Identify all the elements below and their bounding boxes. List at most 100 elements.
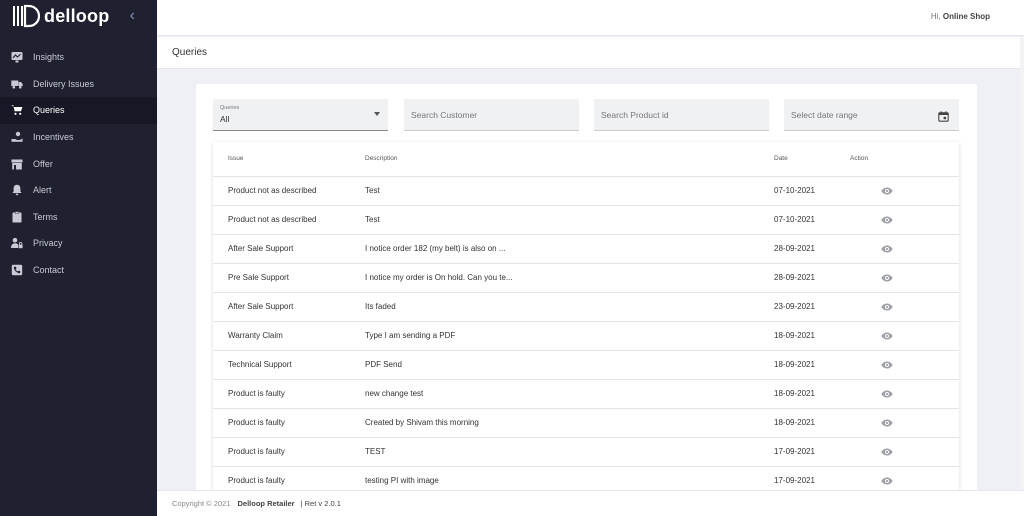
- column-header-action: Action: [850, 142, 959, 177]
- page-header: Queries: [157, 37, 1024, 69]
- sidebar-item-insights[interactable]: Insights: [0, 44, 157, 71]
- sidebar-item-alert[interactable]: Alert: [0, 177, 157, 204]
- table-row[interactable]: Technical Support PDF Send 18-09-2021: [213, 350, 959, 380]
- cell-description: Its faded: [350, 292, 759, 322]
- cell-date: 28-09-2021: [759, 234, 850, 264]
- sidebar-item-queries[interactable]: Queries: [0, 97, 157, 124]
- cell-date: 18-09-2021: [759, 408, 850, 438]
- topbar: Hi, Online Shop: [157, 0, 1024, 36]
- table-row[interactable]: Product not as described Test 07-10-2021: [213, 176, 959, 206]
- footer-company: Delloop Retailer: [237, 499, 295, 508]
- brand-name: delloop: [44, 5, 110, 26]
- cell-issue: Product is faulty: [213, 437, 350, 467]
- cell-action: [850, 408, 959, 438]
- queries-select-value: All: [220, 114, 230, 124]
- footer: Copyright © 2021 Delloop Retailer | Ret …: [157, 490, 1024, 516]
- view-eye-icon[interactable]: [881, 477, 893, 485]
- cart-icon: [11, 104, 23, 116]
- sidebar-nav: Insights Delivery Issues Queries Incentives…: [0, 44, 157, 283]
- cell-date: 07-10-2021: [759, 176, 850, 206]
- customer-search-field: [404, 99, 579, 131]
- search-product-input[interactable]: [594, 99, 769, 130]
- table-row[interactable]: Product is faulty new change test 18-09-20…: [213, 379, 959, 409]
- cell-issue: Pre Sale Support: [213, 263, 350, 293]
- view-eye-icon[interactable]: [881, 303, 893, 311]
- search-customer-input[interactable]: [404, 99, 579, 130]
- chart-icon: [11, 51, 23, 63]
- view-eye-icon[interactable]: [881, 187, 893, 195]
- sidebar-item-label: Delivery Issues: [33, 78, 95, 89]
- view-eye-icon[interactable]: [881, 245, 893, 253]
- cell-date: 18-09-2021: [759, 379, 850, 409]
- cell-date: 17-09-2021: [759, 437, 850, 467]
- cell-description: I notice order 182 (my belt) is also on …: [350, 234, 759, 264]
- table-row[interactable]: Warranty Claim Type I am sending a PDF 18-…: [213, 321, 959, 351]
- column-header-date[interactable]: Date: [759, 142, 850, 177]
- view-eye-icon[interactable]: [881, 419, 893, 427]
- cell-action: [850, 176, 959, 206]
- user-lock-icon: [11, 237, 23, 249]
- table-row[interactable]: Product not as described Test 07-10-2021: [213, 205, 959, 235]
- page-scrollbar[interactable]: [1020, 36, 1024, 490]
- view-eye-icon[interactable]: [881, 274, 893, 282]
- clipboard-icon: [11, 211, 23, 223]
- sidebar-item-contact[interactable]: Contact: [0, 257, 157, 284]
- cell-issue: Product not as described: [213, 176, 350, 206]
- date-range-input[interactable]: [784, 99, 959, 130]
- cell-issue: After Sale Support: [213, 234, 350, 264]
- product-search-field: [594, 99, 769, 131]
- brand: delloop ‹: [0, 0, 157, 32]
- sidebar-item-label: Queries: [33, 105, 65, 116]
- collapse-sidebar-icon[interactable]: ‹: [130, 7, 135, 25]
- cell-action: [850, 234, 959, 264]
- view-eye-icon[interactable]: [881, 390, 893, 398]
- cell-action: [850, 321, 959, 351]
- cell-description: Test: [350, 176, 759, 206]
- cell-issue: Product is faulty: [213, 408, 350, 438]
- sidebar-item-incentives[interactable]: Incentives: [0, 124, 157, 151]
- cell-action: [850, 263, 959, 293]
- user-greeting[interactable]: Hi, Online Shop: [931, 12, 990, 21]
- sidebar-item-terms[interactable]: Terms: [0, 204, 157, 231]
- cell-description: new change test: [350, 379, 759, 409]
- cell-date: 07-10-2021: [759, 205, 850, 235]
- table-header-row: Issue Description Date Action: [213, 142, 959, 177]
- truck-icon: [11, 78, 23, 90]
- column-header-issue[interactable]: Issue: [213, 142, 350, 177]
- table-row[interactable]: After Sale Support I notice order 182 (my…: [213, 234, 959, 264]
- table-row[interactable]: After Sale Support Its faded 23-09-2021: [213, 292, 959, 322]
- footer-version: | Ret v 2.0.1: [300, 499, 341, 508]
- queries-select[interactable]: Queries All: [213, 99, 388, 131]
- sidebar-item-offer[interactable]: Offer: [0, 150, 157, 177]
- cell-description: I notice my order is On hold. Can you te…: [350, 263, 759, 293]
- queries-table: Issue Description Date Action Product no…: [213, 142, 959, 516]
- store-icon: [11, 158, 23, 170]
- view-eye-icon[interactable]: [881, 332, 893, 340]
- cell-action: [850, 437, 959, 467]
- greeting-text: Hi,: [930, 12, 941, 21]
- cell-issue: Product is faulty: [213, 379, 350, 409]
- cell-action: [850, 205, 959, 235]
- queries-select-label: Queries: [220, 105, 240, 111]
- sidebar: delloop ‹ Insights Delivery Issues Queries…: [0, 0, 157, 516]
- hand-coin-icon: [11, 131, 23, 143]
- cell-issue: Product not as described: [213, 205, 350, 235]
- view-eye-icon[interactable]: [881, 216, 893, 224]
- table-row[interactable]: Pre Sale Support I notice my order is On …: [213, 263, 959, 293]
- sidebar-item-label: Contact: [33, 265, 65, 276]
- column-header-description[interactable]: Description: [350, 142, 759, 177]
- table-row[interactable]: Product is faulty Created by Shivam this …: [213, 408, 959, 438]
- user-name: Online Shop: [942, 12, 990, 21]
- view-eye-icon[interactable]: [881, 361, 893, 369]
- calendar-icon[interactable]: [938, 109, 949, 122]
- footer-copyright: Copyright © 2021: [172, 499, 231, 508]
- cell-description: PDF Send: [350, 350, 759, 380]
- sidebar-item-delivery-issues[interactable]: Delivery Issues: [0, 71, 157, 98]
- dropdown-caret-icon: [374, 112, 380, 116]
- cell-description: Type I am sending a PDF: [350, 321, 759, 351]
- sidebar-item-privacy[interactable]: Privacy: [0, 230, 157, 257]
- sidebar-item-label: Terms: [33, 211, 58, 222]
- bell-icon: [11, 184, 23, 196]
- view-eye-icon[interactable]: [881, 448, 893, 456]
- table-row[interactable]: Product is faulty TEST 17-09-2021: [213, 437, 959, 467]
